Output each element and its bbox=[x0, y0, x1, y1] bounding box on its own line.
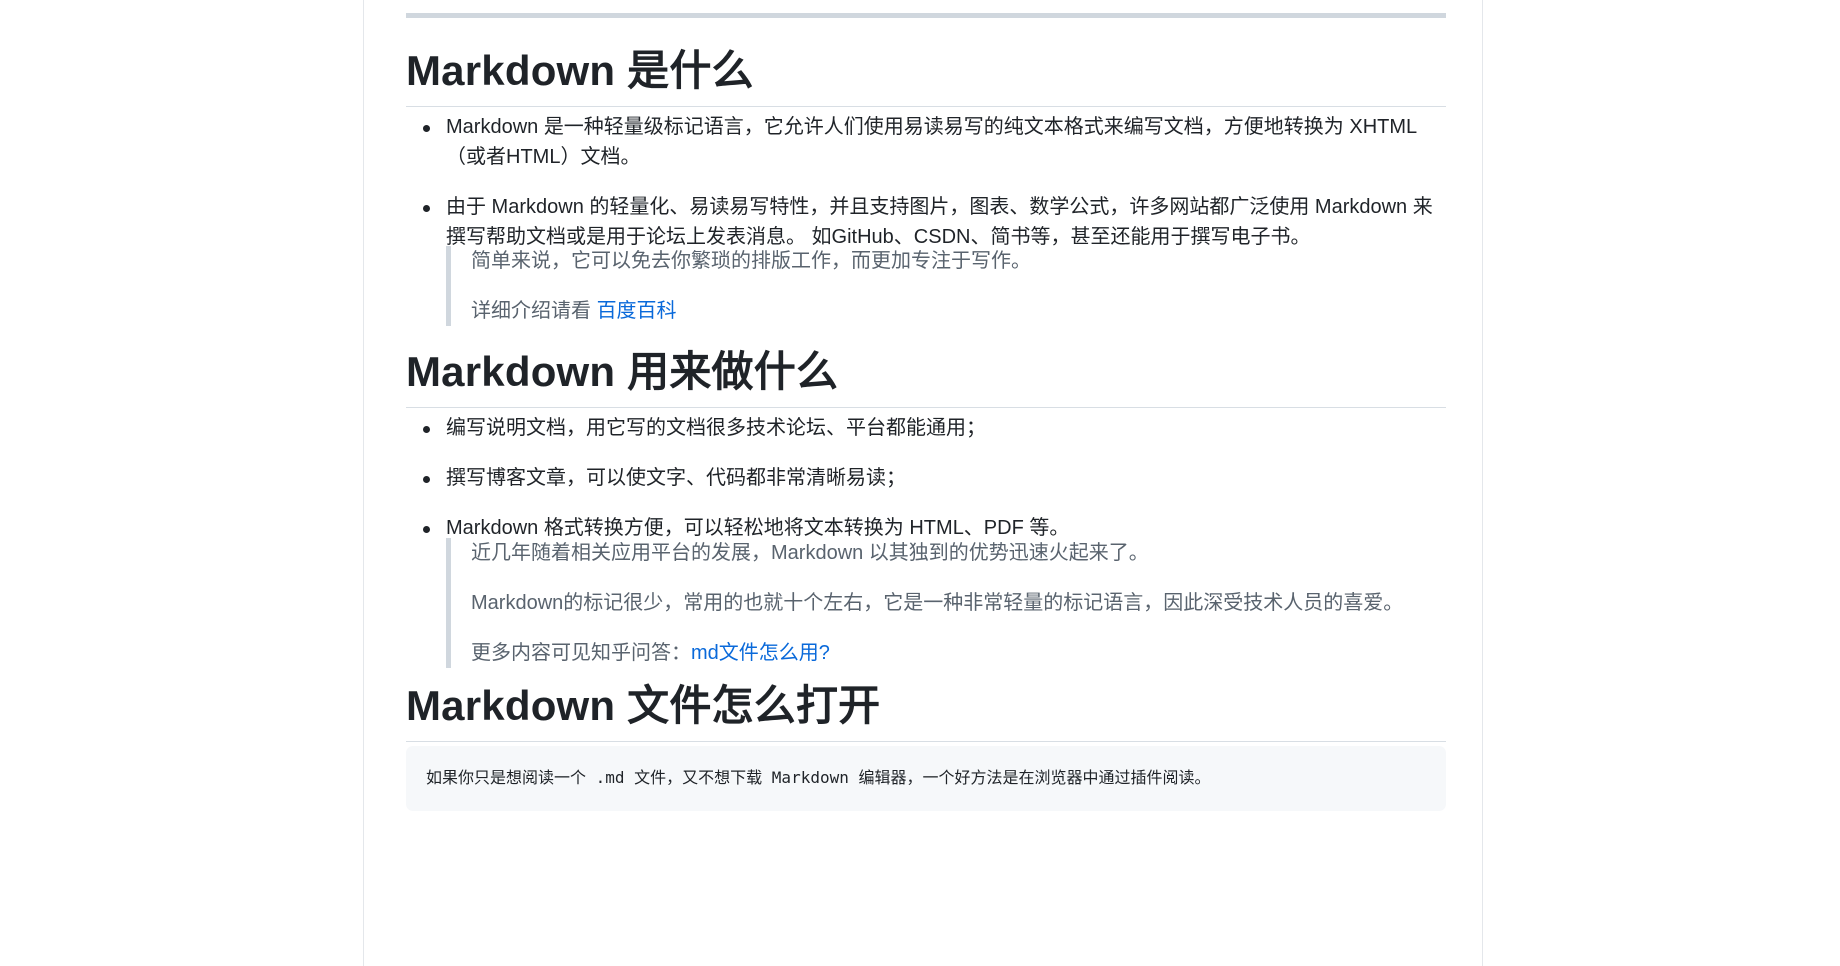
list-item: 由于 Markdown 的轻量化、易读易写特性，并且支持图片，图表、数学公式，许… bbox=[406, 192, 1446, 252]
quote-line: Markdown的标记很少，常用的也就十个左右，它是一种非常轻量的标记语言，因此… bbox=[471, 592, 1404, 614]
quote-line: 近几年随着相关应用平台的发展，Markdown 以其独到的优势迅速火起来了。 bbox=[471, 542, 1149, 564]
quote-text: 详细介绍请看 bbox=[471, 300, 597, 322]
quote-line: 简单来说，它可以免去你繁琐的排版工作，而更加专注于写作。 bbox=[471, 250, 1031, 272]
horizontal-rule bbox=[406, 13, 1446, 18]
list-item: Markdown 是一种轻量级标记语言，它允许人们使用易读易写的纯文本格式来编写… bbox=[406, 112, 1446, 172]
quote-line: 更多内容可见知乎问答：md文件怎么用? bbox=[471, 638, 1446, 668]
heading-what-is-markdown: Markdown 是什么 bbox=[406, 46, 1446, 107]
quote-line: 详细介绍请看 百度百科 bbox=[471, 296, 1446, 326]
heading-markdown-uses: Markdown 用来做什么 bbox=[406, 347, 1446, 408]
code-block: 如果你只是想阅读一个 .md 文件，又不想下载 Markdown 编辑器，一个好… bbox=[406, 746, 1446, 811]
heading-how-to-open: Markdown 文件怎么打开 bbox=[406, 681, 1446, 742]
list-item: 编写说明文档，用它写的文档很多技术论坛、平台都能通用； bbox=[406, 413, 1446, 443]
zhihu-link[interactable]: md文件怎么用? bbox=[691, 642, 830, 664]
quote-text: 更多内容可见知乎问答： bbox=[471, 642, 691, 664]
document-page: Markdown 是什么 Markdown 是一种轻量级标记语言，它允许人们使用… bbox=[363, 0, 1483, 966]
baidu-baike-link[interactable]: 百度百科 bbox=[597, 300, 677, 322]
blockquote-popularity: 近几年随着相关应用平台的发展，Markdown 以其独到的优势迅速火起来了。 M… bbox=[446, 538, 1446, 668]
blockquote-summary: 简单来说，它可以免去你繁琐的排版工作，而更加专注于写作。 详细介绍请看 百度百科 bbox=[446, 246, 1446, 326]
list-item: 撰写博客文章，可以使文字、代码都非常清晰易读； bbox=[406, 463, 1446, 493]
